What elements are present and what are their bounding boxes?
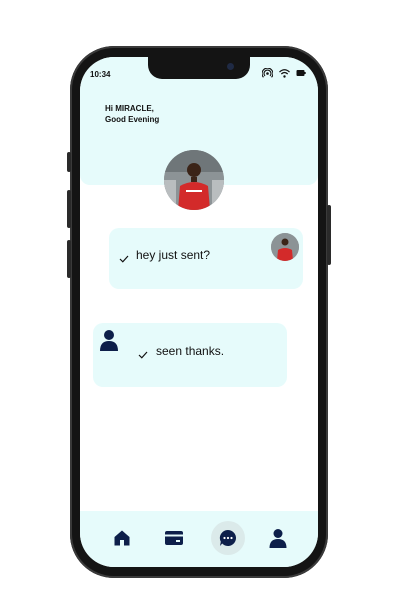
nav-home[interactable] xyxy=(105,521,139,555)
status-icons xyxy=(262,68,306,78)
person-photo-icon xyxy=(164,150,224,210)
wallet-icon xyxy=(165,531,183,545)
nav-wallet[interactable] xyxy=(157,521,191,555)
battery-icon xyxy=(296,69,306,77)
notch xyxy=(148,57,250,79)
greeting: Hi MIRACLE, Good Evening xyxy=(105,103,159,125)
nav-chat[interactable] xyxy=(211,521,245,555)
phone-side-button-silent xyxy=(67,152,71,172)
phone-side-button-power xyxy=(327,205,331,265)
hotspot-icon xyxy=(262,68,273,78)
greeting-line2: Good Evening xyxy=(105,115,160,124)
phone-screen: 10:34 Hi MIRACLE, Good Evening hey just … xyxy=(80,57,318,567)
chat-icon xyxy=(219,529,237,546)
check-icon xyxy=(119,250,129,268)
message-text: seen thanks. xyxy=(156,344,225,358)
check-icon xyxy=(138,346,148,364)
profile-icon xyxy=(269,529,287,548)
status-time: 10:34 xyxy=(90,70,111,79)
sender-avatar xyxy=(271,233,299,261)
phone-side-button-volume-up xyxy=(67,190,71,228)
message-text: hey just sent? xyxy=(136,248,211,262)
phone-side-button-volume-down xyxy=(67,240,71,278)
person-photo-icon xyxy=(271,233,299,261)
greeting-line1: Hi MIRACLE, xyxy=(105,104,154,113)
wifi-icon xyxy=(279,68,290,78)
front-camera-icon xyxy=(227,63,234,70)
default-user-icon xyxy=(100,329,118,356)
home-icon xyxy=(114,530,130,546)
bottom-nav xyxy=(80,511,318,567)
profile-avatar[interactable] xyxy=(164,150,224,210)
nav-profile[interactable] xyxy=(261,521,295,555)
